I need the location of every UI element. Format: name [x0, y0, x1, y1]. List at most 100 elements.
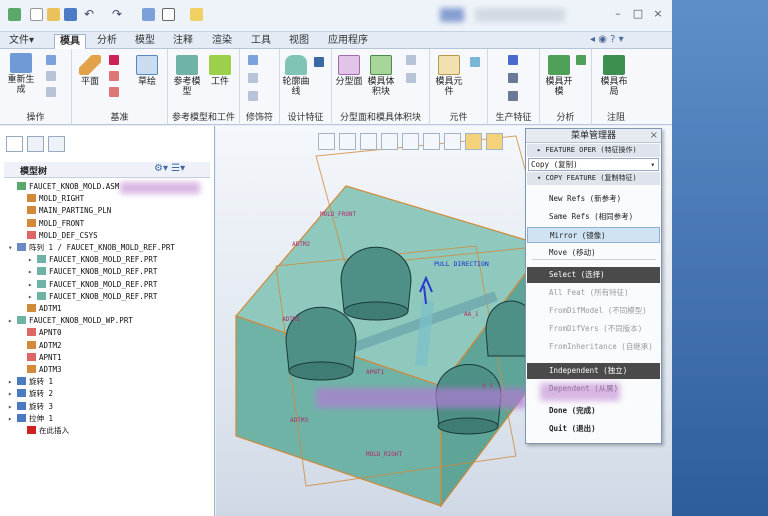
regenerate-icon[interactable] [142, 8, 155, 21]
tree-item[interactable]: ADTM3 [18, 364, 62, 376]
expand-arrow-icon[interactable]: ▸ [8, 401, 17, 413]
menu-item[interactable]: Done (完成) [527, 403, 660, 419]
regenerate-button[interactable]: 重新生成 [4, 53, 38, 95]
expand-arrow-icon[interactable]: ▸ [8, 388, 17, 400]
tab-analysis[interactable]: 分析 [92, 34, 122, 49]
open-icon[interactable] [47, 8, 60, 21]
menu-manager-close[interactable]: × [650, 130, 658, 141]
display-style-icon[interactable] [402, 133, 419, 150]
tree-item[interactable]: ▾ 阵列 1 / FAUCET_KNOB_MOLD_REF.PRT [8, 242, 175, 254]
tab-file[interactable]: 文件▾ [4, 34, 39, 49]
menu-item[interactable]: New Refs (新参考) [527, 191, 660, 207]
tree-item[interactable]: ▸ 旋转 1 [8, 376, 53, 388]
section-copy-feature[interactable]: ▾ COPY FEATURE (复制特征) [527, 172, 660, 185]
volume-tool-icon[interactable] [406, 73, 416, 83]
expand-arrow-icon[interactable]: ▸ [28, 266, 37, 278]
tree-item[interactable]: MOLD_DEF_CSYS [18, 230, 98, 242]
modifier-icon[interactable] [248, 73, 258, 83]
production-icon[interactable] [508, 91, 518, 101]
copy-dropdown[interactable]: Copy (复制) ▾ [528, 158, 659, 171]
tree-item[interactable]: ▸ FAUCET_KNOB_MOLD_REF.PRT [28, 291, 157, 303]
view-manager-icon[interactable] [444, 133, 461, 150]
mold-volume-button[interactable]: 模具体积块 [364, 55, 398, 97]
profile-curve-button[interactable]: 轮廓曲线 [282, 55, 310, 97]
tree-item[interactable]: ▸ 拉伸 1 [8, 413, 53, 425]
tree-item[interactable]: MOLD_RIGHT [18, 193, 84, 205]
section-feature-oper[interactable]: ▸ FEATURE OPER (特征操作) [527, 144, 660, 157]
tab-view[interactable]: 视图 [284, 34, 314, 49]
parting-surface-button[interactable]: 分型面 [334, 55, 364, 87]
tree-item[interactable]: ADTM1 [18, 303, 62, 315]
sketch-button[interactable]: 草绘 [132, 55, 162, 87]
maximize-button[interactable]: □ [632, 8, 644, 20]
new-icon[interactable] [30, 8, 43, 21]
expand-arrow-icon[interactable]: ▸ [28, 279, 37, 291]
tree-item[interactable]: ▸ FAUCET_KNOB_MOLD_WP.PRT [8, 315, 133, 327]
analysis-icon[interactable] [576, 55, 586, 65]
small-tool-icon[interactable] [46, 55, 56, 65]
mold-component-button[interactable]: 模具元件 [434, 55, 464, 97]
tree-item[interactable]: FAUCET_KNOB_MOLD.ASM [8, 181, 119, 193]
tab-model[interactable]: 模型 [130, 34, 160, 49]
tree-item[interactable]: ▸ FAUCET_KNOB_MOLD_REF.PRT [28, 254, 157, 266]
modifier-icon[interactable] [248, 55, 258, 65]
menu-item[interactable]: Quit (退出) [527, 421, 660, 437]
expand-arrow-icon[interactable]: ▸ [8, 413, 17, 425]
save-icon[interactable] [64, 8, 77, 21]
tab-applications[interactable]: 应用程序 [323, 34, 373, 49]
menu-item[interactable]: Same Refs (相同参考) [527, 209, 660, 225]
production-icon[interactable] [508, 55, 518, 65]
tab-render[interactable]: 渲染 [207, 34, 237, 49]
tree-item[interactable]: 在此插入 [18, 425, 69, 437]
tree-settings-icon[interactable]: ⚙▾ ☰▾ [154, 163, 185, 174]
close-button[interactable]: × [652, 8, 664, 20]
expand-arrow-icon[interactable]: ▸ [28, 291, 37, 303]
tree-item[interactable]: ▸ 旋转 2 [8, 388, 53, 400]
tree-item[interactable]: ▸ FAUCET_KNOB_MOLD_REF.PRT [28, 266, 157, 278]
expand-arrow-icon[interactable]: ▸ [8, 315, 17, 327]
mold-layout-button[interactable]: 模具布局 [598, 55, 630, 97]
component-tool-icon[interactable] [470, 57, 480, 67]
menu-item[interactable]: Mirror (镜像) [527, 227, 660, 243]
minimize-button[interactable]: – [612, 8, 624, 20]
menu-item[interactable]: Select (选择) [527, 267, 660, 283]
refit-icon[interactable] [318, 133, 335, 150]
tree-item[interactable]: MOLD_FRONT [18, 218, 84, 230]
tree-item[interactable]: APNT0 [18, 327, 62, 339]
tree-item[interactable]: ADTM2 [18, 340, 62, 352]
repaint-icon[interactable] [381, 133, 398, 150]
tab-mold[interactable]: 模具 [54, 34, 86, 49]
axis-display-icon[interactable] [486, 133, 503, 150]
mold-open-button[interactable]: 模具开模 [544, 55, 574, 97]
expand-arrow-icon[interactable]: ▸ [28, 254, 37, 266]
production-icon[interactable] [508, 73, 518, 83]
zoom-out-icon[interactable] [360, 133, 377, 150]
folder-icon[interactable] [190, 8, 203, 21]
axis-icon[interactable] [109, 55, 119, 65]
workpiece-button[interactable]: 工件 [204, 55, 236, 87]
draft-icon[interactable] [314, 57, 324, 67]
csys-icon[interactable] [109, 87, 119, 97]
volume-tool-icon[interactable] [406, 55, 416, 65]
tree-item[interactable]: MAIN_PARTING_PLN [18, 205, 111, 217]
small-tool-icon[interactable] [46, 71, 56, 81]
expand-arrow-icon[interactable]: ▾ [8, 242, 17, 254]
help-icons[interactable]: ◂ ◉ ? ▾ [590, 34, 650, 48]
undo-icon[interactable]: ↶ [84, 8, 97, 21]
tree-item[interactable]: ▸ 旋转 3 [8, 401, 53, 413]
ref-model-button[interactable]: 参考模型 [170, 55, 204, 97]
plane-button[interactable]: 平面 [76, 55, 104, 87]
saved-views-icon[interactable] [423, 133, 440, 150]
expand-arrow-icon[interactable]: ▸ [8, 376, 17, 388]
tree-item[interactable]: ▸ FAUCET_KNOB_MOLD_REF.PRT [28, 279, 157, 291]
tab-annotate[interactable]: 注释 [168, 34, 198, 49]
datum-display-icon[interactable] [465, 133, 482, 150]
folder-browser-tab[interactable] [27, 136, 44, 152]
small-tool-icon[interactable] [46, 87, 56, 97]
point-icon[interactable] [109, 71, 119, 81]
modifier-icon[interactable] [248, 91, 258, 101]
tree-item[interactable]: APNT1 [18, 352, 62, 364]
tab-tools[interactable]: 工具 [246, 34, 276, 49]
favorites-tab[interactable] [48, 136, 65, 152]
zoom-in-icon[interactable] [339, 133, 356, 150]
